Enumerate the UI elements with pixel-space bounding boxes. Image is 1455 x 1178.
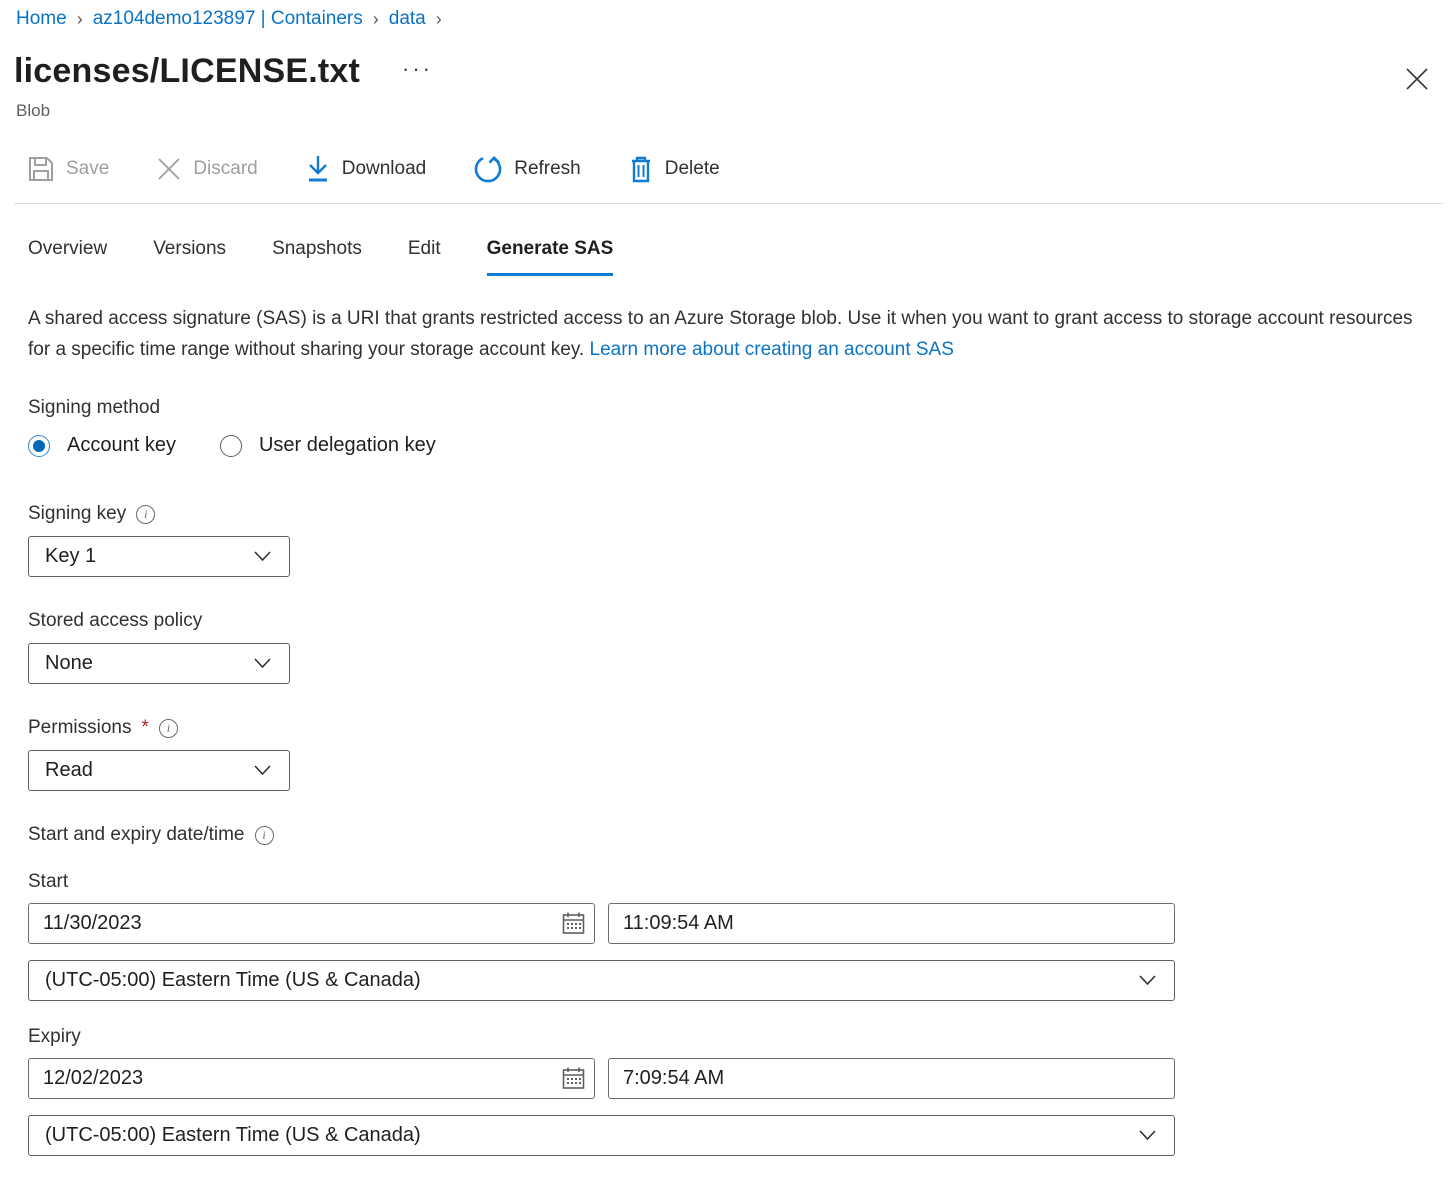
save-label: Save [66, 158, 109, 180]
tab-overview[interactable]: Overview [28, 238, 107, 276]
calendar-icon[interactable] [561, 911, 586, 936]
command-bar: Save Discard Download Refresh Delete [28, 149, 1455, 189]
expiry-timezone-select[interactable]: (UTC-05:00) Eastern Time (US & Canada) [28, 1115, 1175, 1156]
radio-unselected-icon [220, 435, 242, 457]
permissions-select[interactable]: Read [28, 750, 290, 791]
permissions-label-row: Permissions * i [28, 717, 1455, 739]
start-timezone-value: (UTC-05:00) Eastern Time (US & Canada) [45, 969, 421, 992]
start-time-wrap [608, 903, 1175, 944]
tab-generate-sas[interactable]: Generate SAS [487, 238, 614, 276]
signing-key-label-row: Signing key i [28, 503, 1455, 525]
radio-account-key[interactable]: Account key [28, 434, 176, 457]
start-timezone-select[interactable]: (UTC-05:00) Eastern Time (US & Canada) [28, 960, 1175, 1001]
signing-key-select[interactable]: Key 1 [28, 536, 290, 577]
breadcrumb-separator-icon: › [77, 9, 83, 30]
info-icon[interactable]: i [255, 826, 274, 845]
tab-edit[interactable]: Edit [408, 238, 441, 276]
discard-button[interactable]: Discard [157, 157, 257, 181]
refresh-icon [474, 155, 502, 183]
permissions-value: Read [45, 759, 93, 782]
expiry-time-wrap [608, 1058, 1175, 1099]
breadcrumb-link-container[interactable]: data [389, 8, 426, 30]
download-label: Download [342, 158, 427, 180]
start-date-input[interactable] [28, 903, 595, 944]
close-button[interactable] [1402, 64, 1432, 94]
radio-user-delegation-key-label: User delegation key [259, 434, 436, 457]
signing-method-label: Signing method [28, 397, 1455, 419]
tab-bar: Overview Versions Snapshots Edit Generat… [28, 238, 1455, 276]
tab-versions[interactable]: Versions [153, 238, 226, 276]
page-header: licenses/LICENSE.txt ··· [0, 30, 1455, 91]
download-icon [306, 155, 330, 183]
calendar-icon[interactable] [561, 1066, 586, 1091]
expiry-time-input[interactable] [608, 1058, 1175, 1099]
breadcrumb-separator-icon: › [373, 9, 379, 30]
stored-access-policy-value: None [45, 652, 93, 675]
breadcrumb-link-home[interactable]: Home [16, 8, 67, 30]
expiry-timezone-value: (UTC-05:00) Eastern Time (US & Canada) [45, 1124, 421, 1147]
save-button[interactable]: Save [28, 156, 109, 182]
sas-description: A shared access signature (SAS) is a URI… [28, 303, 1413, 365]
download-button[interactable]: Download [306, 155, 427, 183]
permissions-label: Permissions [28, 717, 131, 739]
chevron-down-icon [254, 765, 271, 776]
info-icon[interactable]: i [136, 505, 155, 524]
refresh-button[interactable]: Refresh [474, 155, 581, 183]
more-options-button[interactable]: ··· [402, 64, 433, 74]
signing-method-radio-group: Account key User delegation key [28, 434, 1455, 457]
close-icon [1404, 66, 1430, 92]
start-date-wrap [28, 903, 595, 944]
info-icon[interactable]: i [159, 719, 178, 738]
page-title: licenses/LICENSE.txt [14, 52, 360, 91]
chevron-down-icon [1139, 975, 1156, 986]
breadcrumb: Home › az104demo123897 | Containers › da… [0, 0, 1455, 30]
radio-selected-icon [28, 435, 50, 457]
stored-access-policy-select[interactable]: None [28, 643, 290, 684]
start-time-input[interactable] [608, 903, 1175, 944]
start-expiry-label-row: Start and expiry date/time i [28, 824, 1455, 846]
toolbar-divider [14, 203, 1444, 204]
expiry-date-input[interactable] [28, 1058, 595, 1099]
discard-icon [157, 157, 181, 181]
breadcrumb-link-storage-account[interactable]: az104demo123897 | Containers [93, 8, 363, 30]
delete-icon [629, 155, 653, 183]
start-label: Start [28, 871, 1455, 893]
delete-label: Delete [665, 158, 720, 180]
start-expiry-label: Start and expiry date/time [28, 824, 245, 846]
radio-account-key-label: Account key [67, 434, 176, 457]
breadcrumb-separator-icon: › [436, 9, 442, 30]
expiry-label: Expiry [28, 1026, 1455, 1048]
learn-more-link[interactable]: Learn more about creating an account SAS [590, 339, 954, 360]
radio-user-delegation-key[interactable]: User delegation key [220, 434, 436, 457]
signing-key-label: Signing key [28, 503, 126, 525]
expiry-date-wrap [28, 1058, 595, 1099]
discard-label: Discard [193, 158, 257, 180]
start-datetime-row [28, 903, 1455, 944]
expiry-datetime-row [28, 1058, 1455, 1099]
chevron-down-icon [254, 658, 271, 669]
refresh-label: Refresh [514, 158, 581, 180]
chevron-down-icon [1139, 1130, 1156, 1141]
delete-button[interactable]: Delete [629, 155, 720, 183]
signing-key-value: Key 1 [45, 545, 96, 568]
generate-sas-form: Signing method Account key User delegati… [28, 397, 1455, 1156]
stored-access-policy-label: Stored access policy [28, 610, 1455, 632]
chevron-down-icon [254, 551, 271, 562]
save-icon [28, 156, 54, 182]
blade-subtitle: Blob [0, 91, 1455, 121]
required-asterisk: * [141, 717, 148, 739]
tab-snapshots[interactable]: Snapshots [272, 238, 362, 276]
